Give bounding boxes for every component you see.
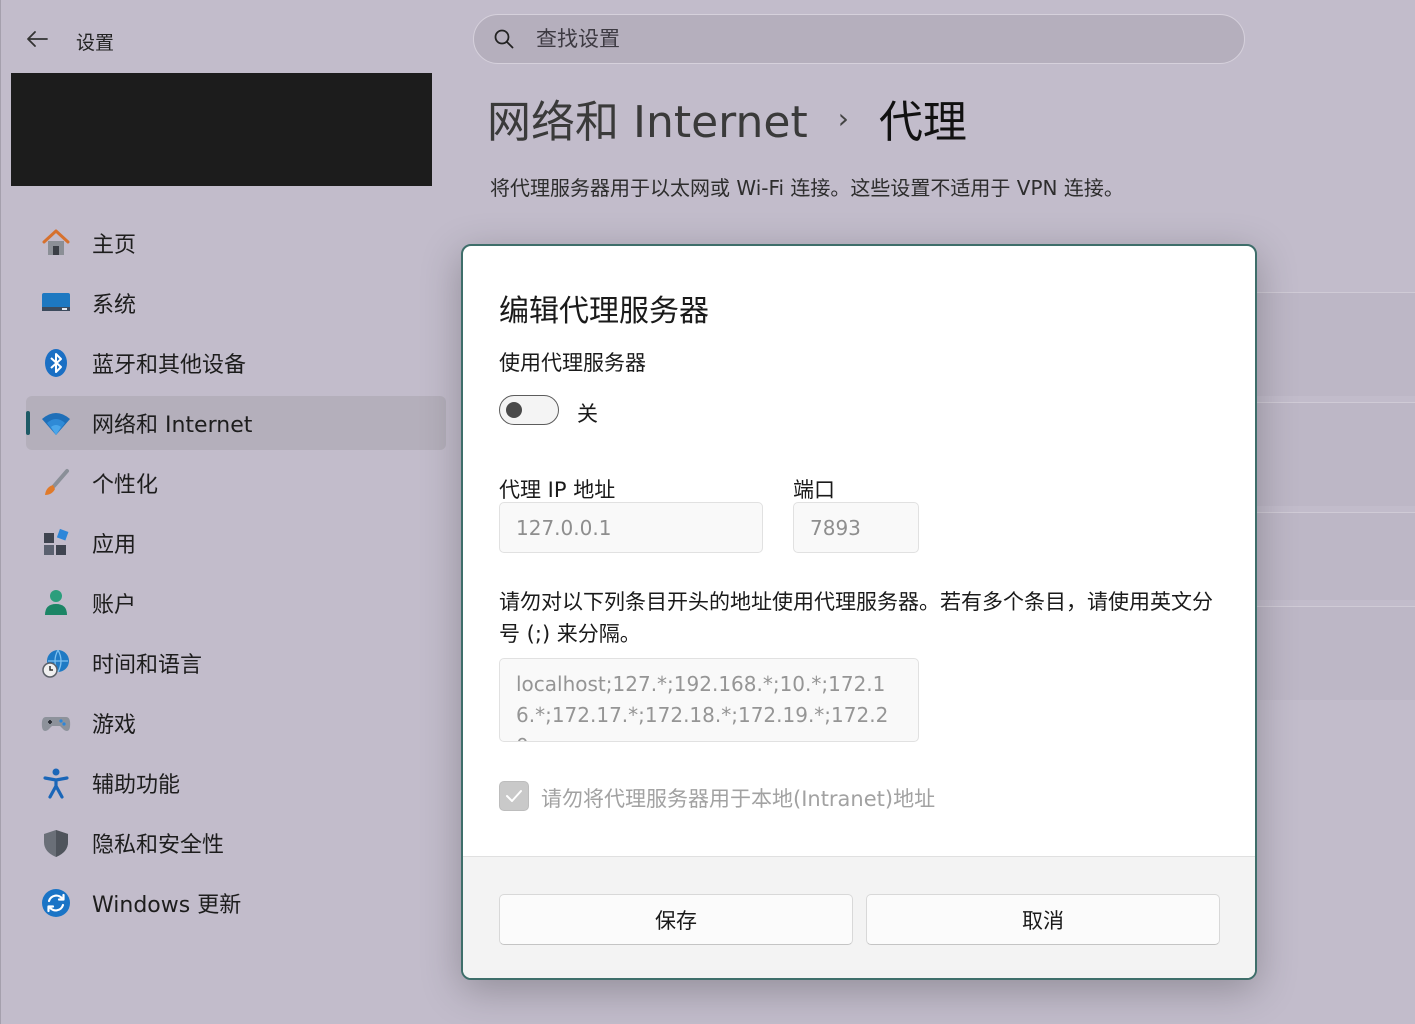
sidebar-item-label: 个性化 [92,473,159,498]
bypass-description: 请勿对以下列条目开头的地址使用代理服务器。若有多个条目，请使用英文分号 (;) … [499,590,1213,646]
back-arrow-icon [27,31,48,47]
local-address-checkbox[interactable] [499,781,529,811]
wifi-icon [40,407,72,439]
bypass-list-input[interactable]: localhost;127.*;192.168.*;10.*;172.16.*;… [499,658,919,742]
dialog-footer: 保存 取消 [463,856,1255,978]
sidebar-item-label: Windows 更新 [92,893,242,918]
background-setting-card [1256,606,1415,700]
time-language-icon [40,647,72,679]
search-input[interactable] [536,27,1216,51]
sidebar-item-accounts[interactable]: 账户 [26,576,446,630]
home-icon [40,227,72,259]
sidebar-item-home[interactable]: 主页 [26,216,446,270]
background-setting-card [1256,512,1415,600]
sidebar-item-label: 蓝牙和其他设备 [92,353,247,378]
toggle-state-label: 关 [577,402,598,426]
sidebar-item-system[interactable]: 系统 [26,276,446,330]
back-button[interactable] [20,24,54,54]
page-title: 代理 [878,97,967,148]
background-setting-card [1256,292,1415,396]
sidebar-item-label: 网络和 Internet [92,413,253,438]
sidebar-item-gaming[interactable]: 游戏 [26,696,446,750]
sidebar-item-personalization[interactable]: 个性化 [26,456,446,510]
breadcrumb-parent-link[interactable]: 网络和 Internet [487,86,808,150]
search-icon [494,29,514,49]
local-address-checkbox-label: 请勿将代理服务器用于本地(Intranet)地址 [541,787,936,811]
save-button[interactable]: 保存 [499,894,853,945]
use-proxy-label: 使用代理服务器 [499,351,646,375]
sidebar-item-label: 辅助功能 [92,773,181,798]
sidebar-item-apps[interactable]: 应用 [26,516,446,570]
toggle-knob [506,402,522,418]
cancel-button[interactable]: 取消 [866,894,1220,945]
sidebar-item-windows-update[interactable]: Windows 更新 [26,876,446,930]
background-setting-card [1256,402,1415,506]
port-label: 端口 [793,478,835,502]
sidebar-item-label: 账户 [92,593,137,618]
shield-icon [40,827,72,859]
search-box[interactable] [473,14,1245,64]
gamepad-icon [40,707,72,739]
sidebar-item-time-language[interactable]: 时间和语言 [26,636,446,690]
account-icon [40,587,72,619]
sidebar-item-label: 主页 [92,233,137,258]
app-title: 设置 [76,32,115,54]
checkmark-icon [506,790,522,802]
breadcrumb: 网络和 Internet › 代理 [487,86,967,150]
sidebar-item-privacy[interactable]: 隐私和安全性 [26,816,446,870]
sidebar-item-label: 隐私和安全性 [92,833,225,858]
sidebar-nav: 主页 系统 蓝牙和其他设备 网络和 Internet 个性化 应用 账户 时间和… [26,216,446,936]
sidebar-item-bluetooth[interactable]: 蓝牙和其他设备 [26,336,446,390]
proxy-ip-input[interactable]: 127.0.0.1 [499,502,763,553]
user-profile-card[interactable] [11,73,432,186]
system-icon [40,287,72,319]
sidebar-item-label: 游戏 [92,713,137,738]
edit-proxy-dialog: 编辑代理服务器 使用代理服务器 关 代理 IP 地址 端口 127.0.0.1 … [461,244,1257,980]
port-input[interactable]: 7893 [793,502,919,553]
accessibility-icon [40,767,72,799]
proxy-ip-label: 代理 IP 地址 [499,478,616,502]
bluetooth-icon [40,347,72,379]
brush-icon [40,467,72,499]
chevron-right-icon: › [837,101,849,135]
sidebar-item-label: 应用 [92,533,137,558]
use-proxy-toggle[interactable] [499,395,559,425]
sidebar-item-accessibility[interactable]: 辅助功能 [26,756,446,810]
windows-update-icon [40,887,72,919]
apps-icon [40,527,72,559]
page-description: 将代理服务器用于以太网或 Wi-Fi 连接。这些设置不适用于 VPN 连接。 [490,176,1124,200]
sidebar-item-network[interactable]: 网络和 Internet [26,396,446,450]
sidebar-item-label: 系统 [92,293,137,318]
sidebar-item-label: 时间和语言 [92,653,203,678]
dialog-title: 编辑代理服务器 [499,294,709,329]
